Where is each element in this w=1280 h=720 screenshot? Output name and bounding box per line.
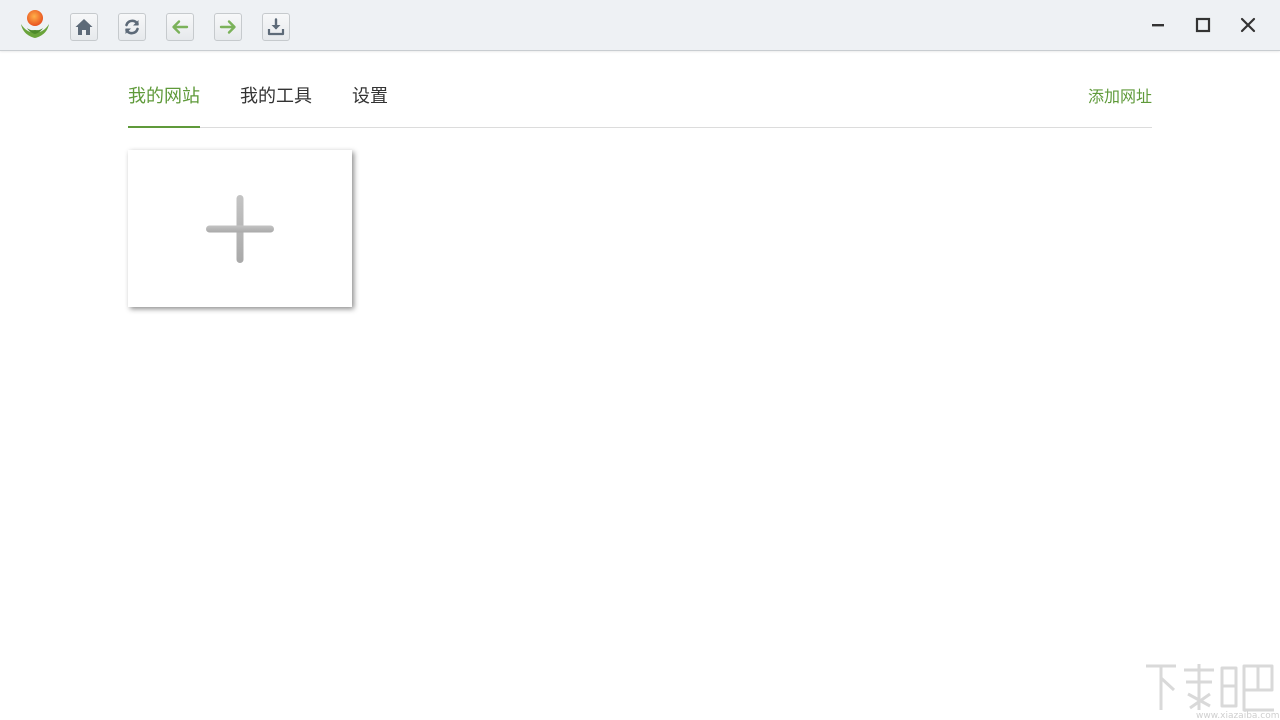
plus-icon <box>206 194 274 263</box>
close-icon <box>1240 17 1256 33</box>
tab-my-tools[interactable]: 我的工具 <box>240 84 312 127</box>
forward-arrow-icon <box>219 20 236 34</box>
app-logo-icon <box>18 8 52 42</box>
xiazaiba-logo-icon: www.xiazaiba.com <box>1146 664 1280 720</box>
tab-bar: 我的网站 我的工具 设置 添加网址 <box>128 76 1152 128</box>
home-button[interactable] <box>70 13 98 41</box>
tab-my-sites[interactable]: 我的网站 <box>128 84 200 128</box>
app-window: 我的网站 我的工具 设置 添加网址 www.xiazaiba.com <box>0 0 1280 720</box>
maximize-button[interactable] <box>1188 10 1218 40</box>
download-icon <box>267 18 285 36</box>
refresh-icon <box>125 19 139 35</box>
home-icon <box>75 19 93 35</box>
back-button[interactable] <box>166 13 194 41</box>
watermark: www.xiazaiba.com <box>1140 660 1280 720</box>
close-button[interactable] <box>1233 10 1263 40</box>
add-site-tile[interactable] <box>128 150 352 307</box>
watermark-text: www.xiazaiba.com <box>1196 711 1280 720</box>
forward-button[interactable] <box>214 13 242 41</box>
tab-settings[interactable]: 设置 <box>352 84 388 127</box>
maximize-icon <box>1195 17 1211 33</box>
minimize-button[interactable] <box>1143 10 1173 40</box>
minimize-icon <box>1152 24 1164 27</box>
back-arrow-icon <box>172 20 189 34</box>
download-button[interactable] <box>262 13 290 41</box>
refresh-button[interactable] <box>118 13 146 41</box>
add-url-link[interactable]: 添加网址 <box>1088 84 1152 110</box>
title-bar <box>0 0 1280 51</box>
